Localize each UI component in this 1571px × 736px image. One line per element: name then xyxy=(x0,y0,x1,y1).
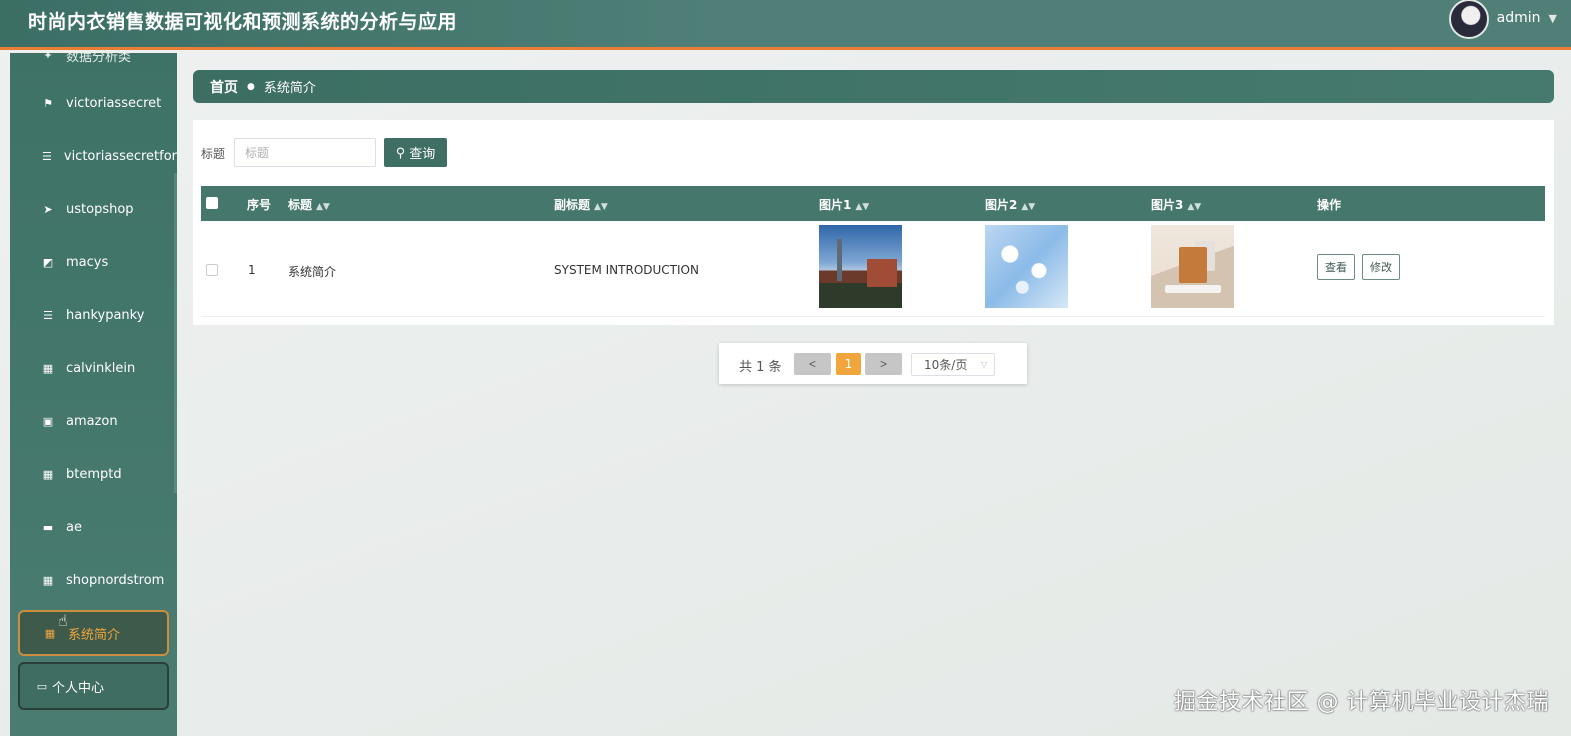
send-icon: ➤ xyxy=(43,202,53,216)
avatar-icon[interactable] xyxy=(1448,0,1489,39)
caret-down-icon[interactable]: ▼ xyxy=(1549,12,1557,25)
sidebar-item-label: shopnordstrom xyxy=(66,572,165,588)
row-index: 1 xyxy=(248,263,256,277)
table-header: 序号 标题 ▲▼ 副标题 ▲▼ 图片1 ▲▼ 图片2 ▲▼ 图片3 ▲▼ 操作 xyxy=(201,186,1545,221)
sidebar-item-ae[interactable]: ▬ ae xyxy=(10,507,177,547)
query-button[interactable]: ⚲ 查询 xyxy=(384,138,447,167)
app-title: 时尚内衣销售数据可视化和预测系统的分析与应用 xyxy=(28,11,458,33)
grid-icon: ▦ xyxy=(42,573,54,587)
sidebar-item-shopnordstrom[interactable]: ▦ shopnordstrom xyxy=(10,560,177,600)
building-shape xyxy=(867,259,897,287)
sort-icon[interactable]: ▲▼ xyxy=(855,202,869,212)
select-all-checkbox[interactable] xyxy=(206,197,218,209)
column-header-image2[interactable]: 图片2 ▲▼ xyxy=(985,196,1035,213)
sidebar-item-label: 数据分析类 xyxy=(66,53,132,65)
row-image-1[interactable] xyxy=(819,225,902,308)
package-shape xyxy=(1179,247,1207,283)
sidebar-item-label: victoriassecretforecast xyxy=(63,148,177,164)
top-header: 时尚内衣销售数据可视化和预测系统的分析与应用 admin ▼ xyxy=(0,0,1571,50)
column-header-title[interactable]: 标题 ▲▼ xyxy=(288,196,330,213)
flag-icon: ⚑ xyxy=(43,96,53,110)
sidebar-item-macys[interactable]: ◩ macys xyxy=(10,242,177,282)
sidebar-item-label: ae xyxy=(66,519,82,535)
sidebar-item-label: btemptd xyxy=(66,466,122,482)
page-size-value: 10条/页 xyxy=(924,358,968,372)
sidebar-item-data-analysis[interactable]: ✦ 数据分析类 xyxy=(10,53,177,75)
next-page-button[interactable]: > xyxy=(865,353,902,375)
breadcrumb-current: 系统简介 xyxy=(263,81,316,96)
column-header-actions: 操作 xyxy=(1317,198,1342,212)
watermark: 掘金技术社区 @ 计算机毕业设计杰瑞 xyxy=(1174,690,1549,715)
username[interactable]: admin xyxy=(1497,10,1541,26)
sidebar-item-label: ustopshop xyxy=(66,201,134,217)
edit-button[interactable]: 修改 xyxy=(1362,254,1400,280)
content-card: 标题 ⚲ 查询 序号 标题▲▼ 副标题▲▼ 图片1▲▼ 图片2▲▼ 图片3▲▼ … xyxy=(193,120,1554,325)
column-header-subtitle[interactable]: 副标题 ▲▼ xyxy=(554,196,608,213)
sidebar-item-label: calvinklein xyxy=(66,360,136,376)
search-icon: ⚲ xyxy=(395,144,406,160)
breadcrumb-separator-icon: ● xyxy=(247,81,255,92)
column-header-label: 图片2 xyxy=(985,198,1018,212)
sidebar-item-hankypanky[interactable]: ☰ hankypanky xyxy=(10,295,177,335)
row-image-3[interactable] xyxy=(1151,225,1234,308)
sidebar-item-personal-center[interactable]: ▭ 个人中心 xyxy=(18,662,169,710)
column-header-label: 标题 xyxy=(288,198,313,212)
list-icon: ☰ xyxy=(42,149,52,163)
sidebar-item-btemptd[interactable]: ▦ btemptd xyxy=(10,454,177,494)
row-checkbox[interactable] xyxy=(206,264,218,276)
table-row: 1 系统简介 SYSTEM INTRODUCTION 查看 修改 xyxy=(201,221,1545,317)
row-image-2[interactable] xyxy=(985,225,1068,308)
sidebar: ✦ 数据分析类 ⚑ victoriassecret ☰ victoriassec… xyxy=(10,53,177,736)
sidebar-item-label: 系统简介 xyxy=(68,627,121,643)
tower-shape xyxy=(837,239,842,281)
sidebar-item-system-intro[interactable]: ▦ 系统简介 xyxy=(18,610,169,656)
sidebar-item-victoriassecretforecast[interactable]: ☰ victoriassecretforecast xyxy=(10,136,177,176)
sort-icon[interactable]: ▲▼ xyxy=(1187,202,1201,212)
grid-icon: ▦ xyxy=(42,361,54,375)
sidebar-item-label: victoriassecret xyxy=(66,95,162,111)
column-header-label: 图片3 xyxy=(1151,198,1184,212)
sidebar-item-amazon[interactable]: ▣ amazon xyxy=(10,401,177,441)
query-button-label: 查询 xyxy=(409,146,436,161)
hand-cursor-icon: ☝ xyxy=(58,611,68,630)
card-icon: ▭ xyxy=(36,679,48,693)
sidebar-item-calvinklein[interactable]: ▦ calvinklein xyxy=(10,348,177,388)
title-search-input[interactable] xyxy=(234,138,376,167)
search-label: 标题 xyxy=(201,147,226,161)
base-shape xyxy=(1165,285,1221,293)
grid-icon: ▦ xyxy=(44,626,56,640)
list-icon: ☰ xyxy=(43,308,53,322)
sidebar-item-label: 个人中心 xyxy=(52,680,105,696)
pin-icon: ✦ xyxy=(43,53,53,62)
sidebar-item-label: amazon xyxy=(66,413,118,429)
sort-icon[interactable]: ▲▼ xyxy=(594,202,608,212)
sidebar-item-label: hankypanky xyxy=(66,307,145,323)
sort-icon[interactable]: ▲▼ xyxy=(1021,202,1035,212)
pagination: 共 1 条 < 1 > 10条/页 ▽ xyxy=(719,343,1027,384)
page-size-select[interactable]: 10条/页 ▽ xyxy=(911,353,995,376)
column-header-label: 副标题 xyxy=(554,198,591,212)
column-header-image3[interactable]: 图片3 ▲▼ xyxy=(1151,196,1201,213)
row-title: 系统简介 xyxy=(288,265,337,279)
breadcrumb-home[interactable]: 首页 xyxy=(210,77,238,97)
prev-page-button[interactable]: < xyxy=(794,353,831,375)
row-subtitle: SYSTEM INTRODUCTION xyxy=(554,263,699,277)
sidebar-item-victoriassecret[interactable]: ⚑ victoriassecret xyxy=(10,83,177,123)
breadcrumb: 首页 ● 系统简介 xyxy=(193,70,1554,103)
sort-icon[interactable]: ▲▼ xyxy=(316,202,330,212)
column-header-label: 图片1 xyxy=(819,198,852,212)
chevron-down-icon: ▽ xyxy=(980,360,987,369)
view-button[interactable]: 查看 xyxy=(1317,254,1355,280)
sidebar-item-label: macys xyxy=(66,254,109,270)
column-header-index: 序号 xyxy=(247,198,272,212)
ticket-icon: ▬ xyxy=(42,520,54,534)
sidebar-item-ustopshop[interactable]: ➤ ustopshop xyxy=(10,189,177,229)
grid-icon: ▦ xyxy=(42,467,54,481)
user-menu[interactable]: admin ▼ xyxy=(1448,0,1557,39)
pagination-total: 共 1 条 xyxy=(739,360,782,375)
column-header-image1[interactable]: 图片1 ▲▼ xyxy=(819,196,869,213)
page-number-current[interactable]: 1 xyxy=(836,353,861,375)
clipboard-icon: ▣ xyxy=(42,414,54,428)
chart-icon: ◩ xyxy=(42,255,54,269)
